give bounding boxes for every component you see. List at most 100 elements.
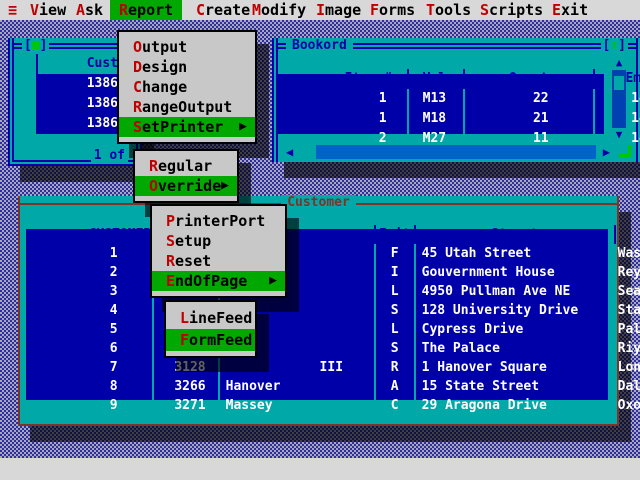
scrollbar-thumb[interactable] (316, 145, 596, 159)
menu-item-output[interactable]: Output (119, 37, 255, 57)
cell: Gouvernment House (416, 263, 616, 282)
cell: Massey (220, 396, 376, 415)
scroll-up-icon[interactable]: ▲ (612, 56, 626, 70)
menubar-item-exit[interactable]: Exit (552, 0, 588, 20)
menubar-label: odify (261, 1, 306, 19)
hotkey-letter: O (133, 38, 142, 56)
menu-item-rangeoutput[interactable]: RangeOutput (119, 97, 255, 117)
cell: Riyad (616, 339, 640, 358)
hotkey-letter: M (252, 1, 261, 19)
hotkey-letter: R (149, 157, 158, 175)
submenu-arrow-icon: ▶ (269, 271, 277, 291)
record-counter: 1 of (91, 148, 128, 164)
cell: S (376, 339, 416, 358)
menubar-item-create[interactable]: Create (196, 0, 250, 20)
cell: 29 Aragona Drive (416, 396, 616, 415)
vertical-scrollbar[interactable]: ▲ ▼ (612, 56, 626, 142)
scroll-right-icon[interactable]: ▶ (603, 144, 610, 160)
cell: A (376, 377, 416, 396)
customer-header-row: CUSTOMERCust IDInitStreet (26, 210, 608, 229)
maximize-button[interactable]: [↑] (601, 38, 628, 54)
paradox-desktop: ≡ View Ask Report Create Modify Image Fo… (0, 0, 640, 480)
cell: Stanf (616, 301, 640, 320)
table-row[interactable]: 1386 (38, 94, 126, 114)
menubar-item-tools[interactable]: Tools (426, 0, 471, 20)
cell: Seatt (616, 282, 640, 301)
scrollbar-thumb[interactable] (614, 76, 624, 90)
cell: 3266 (154, 377, 220, 396)
cell: 1 (89, 244, 154, 263)
submenu-arrow-icon: ▶ (239, 117, 247, 137)
control-box-icon: ■ (32, 38, 40, 53)
menubar-item-view[interactable]: View (30, 0, 66, 20)
cell: 8 (89, 377, 154, 396)
cell: 3271 (154, 396, 220, 415)
hotkey-letter: S (133, 118, 142, 136)
menubar-item-ask[interactable]: Ask (76, 0, 103, 20)
menu-item-label: egular (158, 157, 212, 175)
menu-item-regular[interactable]: Regular (135, 156, 237, 176)
cell: 6 (89, 339, 154, 358)
hotkey-letter: C (196, 1, 205, 19)
column-header: Item # (341, 69, 409, 89)
resize-corner-icon (619, 145, 631, 157)
hotkey-letter: E (552, 1, 561, 19)
scroll-left-icon[interactable]: ◀ (286, 144, 293, 160)
menubar-item-scripts[interactable]: Scripts (480, 0, 543, 20)
resize-handle[interactable] (618, 144, 634, 160)
menubar-item-report[interactable]: Report (110, 0, 182, 20)
menubar-label: cripts (489, 1, 543, 19)
menubar-item-modify[interactable]: Modify (252, 0, 306, 20)
table-row[interactable]: 1386 (38, 74, 126, 94)
cell: F (376, 244, 416, 263)
table-row[interactable]: 1386 (38, 114, 126, 134)
cust-table: Cust 1386 1386 1386 (36, 54, 126, 134)
menubar-label: sk (85, 1, 103, 19)
customer-titlebar[interactable]: Customer (20, 196, 617, 210)
menubar-item-image[interactable]: Image (316, 0, 361, 20)
cell: Reykj (616, 263, 640, 282)
menu-item-design[interactable]: Design (119, 57, 255, 77)
hotkey-letter: V (30, 1, 39, 19)
menu-item-label: angeOutput (142, 98, 232, 116)
menu-item-reset[interactable]: Reset (152, 251, 285, 271)
cell: 1 (341, 89, 409, 109)
window-control-button[interactable]: [■] (22, 38, 49, 54)
menu-item-label: utput (142, 38, 187, 56)
menubar-item-forms[interactable]: Forms (370, 0, 415, 20)
cell: M13 (409, 89, 465, 109)
cell: 15 State Street (416, 377, 616, 396)
cell: 3128 (154, 358, 220, 377)
cell: 1 (341, 109, 409, 129)
cell: 2 (89, 263, 154, 282)
menu-item-endofpage[interactable]: EndOfPage▶ (152, 271, 285, 291)
hotkey-letter: S (480, 1, 489, 19)
cell: Washi (616, 244, 640, 263)
menubar-label: eport (128, 1, 173, 19)
menu-item-formfeed[interactable]: FormFeed (166, 329, 255, 351)
bookord-titlebar[interactable]: Bookord [↑] (278, 38, 636, 54)
horizontal-scrollbar[interactable]: ◀ ▶ (284, 144, 612, 160)
hotkey-letter: R (119, 1, 128, 19)
menubar-label: ools (435, 1, 471, 19)
menu-item-printerport[interactable]: PrinterPort (152, 211, 285, 231)
menu-item-label: rinterPort (175, 212, 265, 230)
menu-item-setup[interactable]: Setup (152, 231, 285, 251)
hotkey-letter: I (316, 1, 325, 19)
cell: 1 Hanover Square (416, 358, 616, 377)
hotkey-letter: E (166, 272, 175, 290)
menu-item-label: etup (175, 232, 211, 250)
menu-item-label: ineFeed (189, 309, 252, 327)
menu-bar: ≡ View Ask Report Create Modify Image Fo… (0, 0, 640, 20)
bookord-header-row: Item #VolQuantEmp # (278, 54, 604, 74)
cell: Palm (616, 320, 640, 339)
menu-item-linefeed[interactable]: LineFeed (166, 307, 255, 329)
scroll-down-icon[interactable]: ▼ (612, 128, 626, 142)
customer-table: CUSTOMERCust IDInitStreet 11386F45 Utah … (26, 210, 608, 400)
cell: 4 (89, 301, 154, 320)
system-menu-icon[interactable]: ≡ (8, 0, 17, 20)
menu-item-change[interactable]: Change (119, 77, 255, 97)
hotkey-letter: F (370, 1, 379, 19)
menu-item-override[interactable]: Override▶ (135, 176, 237, 196)
menu-item-setprinter[interactable]: SetPrinter▶ (119, 117, 255, 137)
